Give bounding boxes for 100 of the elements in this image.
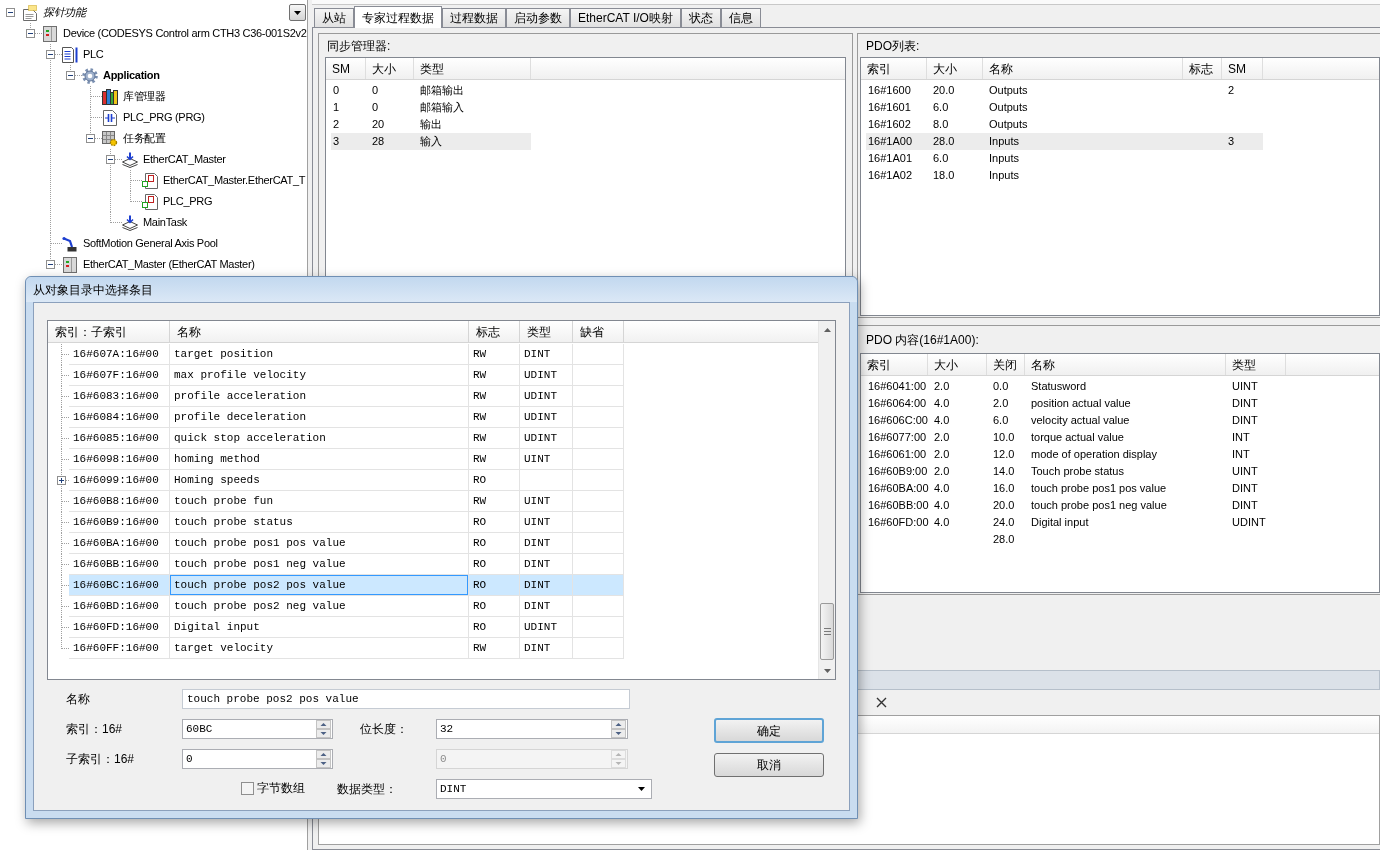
expand-icon[interactable] xyxy=(57,476,66,485)
tree-item[interactable]: EtherCAT_Master xyxy=(143,151,226,168)
spin-down-icon[interactable] xyxy=(316,759,331,768)
checkbox-icon[interactable] xyxy=(241,781,254,795)
table-row[interactable]: 16#1A00 28.0 Inputs 3 xyxy=(866,133,1263,150)
column-header[interactable]: 缺省 xyxy=(573,321,624,342)
column-header[interactable]: SM xyxy=(326,58,366,79)
data-type-select[interactable]: DINT xyxy=(436,779,652,800)
collapse-icon[interactable] xyxy=(66,71,75,80)
spin-down-icon[interactable] xyxy=(316,729,331,738)
table-cell-text: UINT xyxy=(1232,464,1258,480)
table-cell-text: 16#606C:00 xyxy=(868,413,928,429)
table-row[interactable]: 16#607A:16#00 target position RW DINT xyxy=(69,344,624,365)
subindex-spinner[interactable]: 0 xyxy=(182,749,333,769)
collapse-icon[interactable] xyxy=(46,260,55,269)
tree-item[interactable]: EtherCAT_Master.EtherCAT_T xyxy=(163,172,306,189)
name-field[interactable]: touch probe pos2 pos value xyxy=(182,689,630,709)
tree-item[interactable]: PLC xyxy=(83,46,104,63)
spin-up-icon[interactable] xyxy=(316,720,331,729)
table-cell-text: INT xyxy=(1232,430,1250,446)
table-row[interactable]: 16#6083:16#00 profile acceleration RW UDINT xyxy=(69,386,624,407)
tab[interactable]: 从站 xyxy=(314,8,354,27)
column-header[interactable]: 大小 xyxy=(366,58,414,79)
table-row[interactable]: 16#6085:16#00 quick stop acceleration RW UDINT xyxy=(69,428,624,449)
table-row[interactable]: 16#60BB:16#00 touch probe pos1 neg value RO DINT xyxy=(69,554,624,575)
tree-item[interactable]: 任务配置 xyxy=(123,130,166,147)
tab[interactable]: 启动参数 xyxy=(506,8,570,27)
tree-item[interactable]: EtherCAT_Master (EtherCAT Master) xyxy=(83,256,255,273)
tree-item[interactable]: 探针功能 xyxy=(43,4,86,21)
tab[interactable]: 过程数据 xyxy=(442,8,506,27)
column-header[interactable]: 名称 xyxy=(983,58,1183,79)
collapse-icon[interactable] xyxy=(86,134,95,143)
column-header[interactable]: 标志 xyxy=(469,321,520,342)
table-cell-text: 20.0 xyxy=(993,498,1015,514)
table-cell-text: INT xyxy=(1232,447,1250,463)
column-header[interactable]: SM xyxy=(1222,58,1263,79)
program-document-icon xyxy=(102,109,118,126)
table-row[interactable]: 16#60FD:16#00 Digital input RO UDINT xyxy=(69,617,624,638)
table-row[interactable]: 16#6084:16#00 profile deceleration RW UDINT xyxy=(69,407,624,428)
column-header[interactable]: 类型 xyxy=(1226,354,1286,375)
index-spinner[interactable]: 60BC xyxy=(182,719,333,739)
column-header[interactable]: 索引 xyxy=(861,354,928,375)
column-header[interactable]: 名称 xyxy=(170,321,469,342)
bit-length-spinner[interactable]: 32 xyxy=(436,719,628,739)
dialog-button[interactable]: 取消 xyxy=(714,753,824,777)
collapse-icon[interactable] xyxy=(26,29,35,38)
table-row[interactable]: 3 28 输入 xyxy=(331,133,531,150)
table-cell-text: DINT xyxy=(1232,413,1258,429)
table-row[interactable]: 16#60FF:16#00 target velocity RW DINT xyxy=(69,638,624,659)
table-row[interactable]: 16#607F:16#00 max profile velocity RW UDINT xyxy=(69,365,624,386)
column-header[interactable]: 索引：子索引 xyxy=(48,321,170,342)
scroll-up-icon[interactable] xyxy=(823,327,831,332)
grid-gear-icon xyxy=(102,130,118,147)
spin-up-icon[interactable] xyxy=(316,750,331,759)
column-header[interactable]: 类型 xyxy=(414,58,531,79)
column-header[interactable]: 大小 xyxy=(928,354,987,375)
byte-array-checkbox[interactable]: 字节数组 xyxy=(241,779,305,797)
column-header[interactable]: 大小 xyxy=(927,58,983,79)
field-label: 位长度： xyxy=(360,722,408,736)
tab[interactable]: 状态 xyxy=(680,8,721,27)
dropdown-button[interactable] xyxy=(289,4,306,21)
scroll-down-icon[interactable] xyxy=(823,668,831,673)
tab[interactable]: EtherCAT I/O映射 xyxy=(570,8,681,27)
table-row[interactable]: 16#60BC:16#00 touch probe pos2 pos value RO DINT xyxy=(69,575,624,596)
tree-item[interactable]: MainTask xyxy=(143,214,188,231)
table-cell-text: 16#1601 xyxy=(868,100,911,116)
table-row[interactable]: 16#60BD:16#00 touch probe pos2 neg value RO DINT xyxy=(69,596,624,617)
spin-up-icon[interactable] xyxy=(611,720,626,729)
collapse-icon[interactable] xyxy=(46,50,55,59)
table-cell-text: 20.0 xyxy=(933,83,955,99)
table-cell-text: 3 xyxy=(333,134,340,150)
table-cell-text: 16#6064:00 xyxy=(868,396,927,412)
table-row[interactable]: 16#6099:16#00 Homing speeds RO xyxy=(69,470,624,491)
table-row[interactable]: 16#60B8:16#00 touch probe fun RW UINT xyxy=(69,491,624,512)
column-header[interactable]: 名称 xyxy=(1025,354,1226,375)
spin-down-icon[interactable] xyxy=(611,729,626,738)
tab[interactable]: 专家过程数据 xyxy=(354,6,442,28)
table-cell-text: 6.0 xyxy=(933,151,949,167)
tree-item[interactable]: Application xyxy=(103,67,160,84)
collapse-icon[interactable] xyxy=(106,155,115,164)
table-cell-text: 16#1A01 xyxy=(868,151,913,167)
close-icon[interactable] xyxy=(876,696,887,708)
column-header[interactable]: 类型 xyxy=(520,321,573,342)
collapse-icon[interactable] xyxy=(6,8,15,17)
column-header[interactable]: 关闭 xyxy=(987,354,1025,375)
column-header[interactable]: 索引 xyxy=(861,58,927,79)
table-row[interactable]: 16#60B9:16#00 touch probe status RO UINT xyxy=(69,512,624,533)
dialog-button[interactable]: 确定 xyxy=(714,718,824,743)
tab[interactable]: 信息 xyxy=(720,8,761,27)
tree-item[interactable]: SoftMotion General Axis Pool xyxy=(83,235,218,252)
tree-item[interactable]: Device (CODESYS Control arm CTH3 C36-001S2v2 xyxy=(63,25,307,42)
table-cell-text: 2.0 xyxy=(934,447,950,463)
tree-item[interactable]: 库管理器 xyxy=(123,88,166,105)
table-row[interactable]: 16#6098:16#00 homing method RW UINT xyxy=(69,449,624,470)
tree-item[interactable]: PLC_PRG (PRG) xyxy=(123,109,205,126)
table-row[interactable]: 16#60BA:16#00 touch probe pos1 pos value RO DINT xyxy=(69,533,624,554)
column-header[interactable]: 标志 xyxy=(1183,58,1222,79)
table-cell: target velocity xyxy=(170,638,469,659)
tree-item[interactable]: PLC_PRG xyxy=(163,193,213,210)
scrollbar-thumb[interactable] xyxy=(820,603,834,660)
